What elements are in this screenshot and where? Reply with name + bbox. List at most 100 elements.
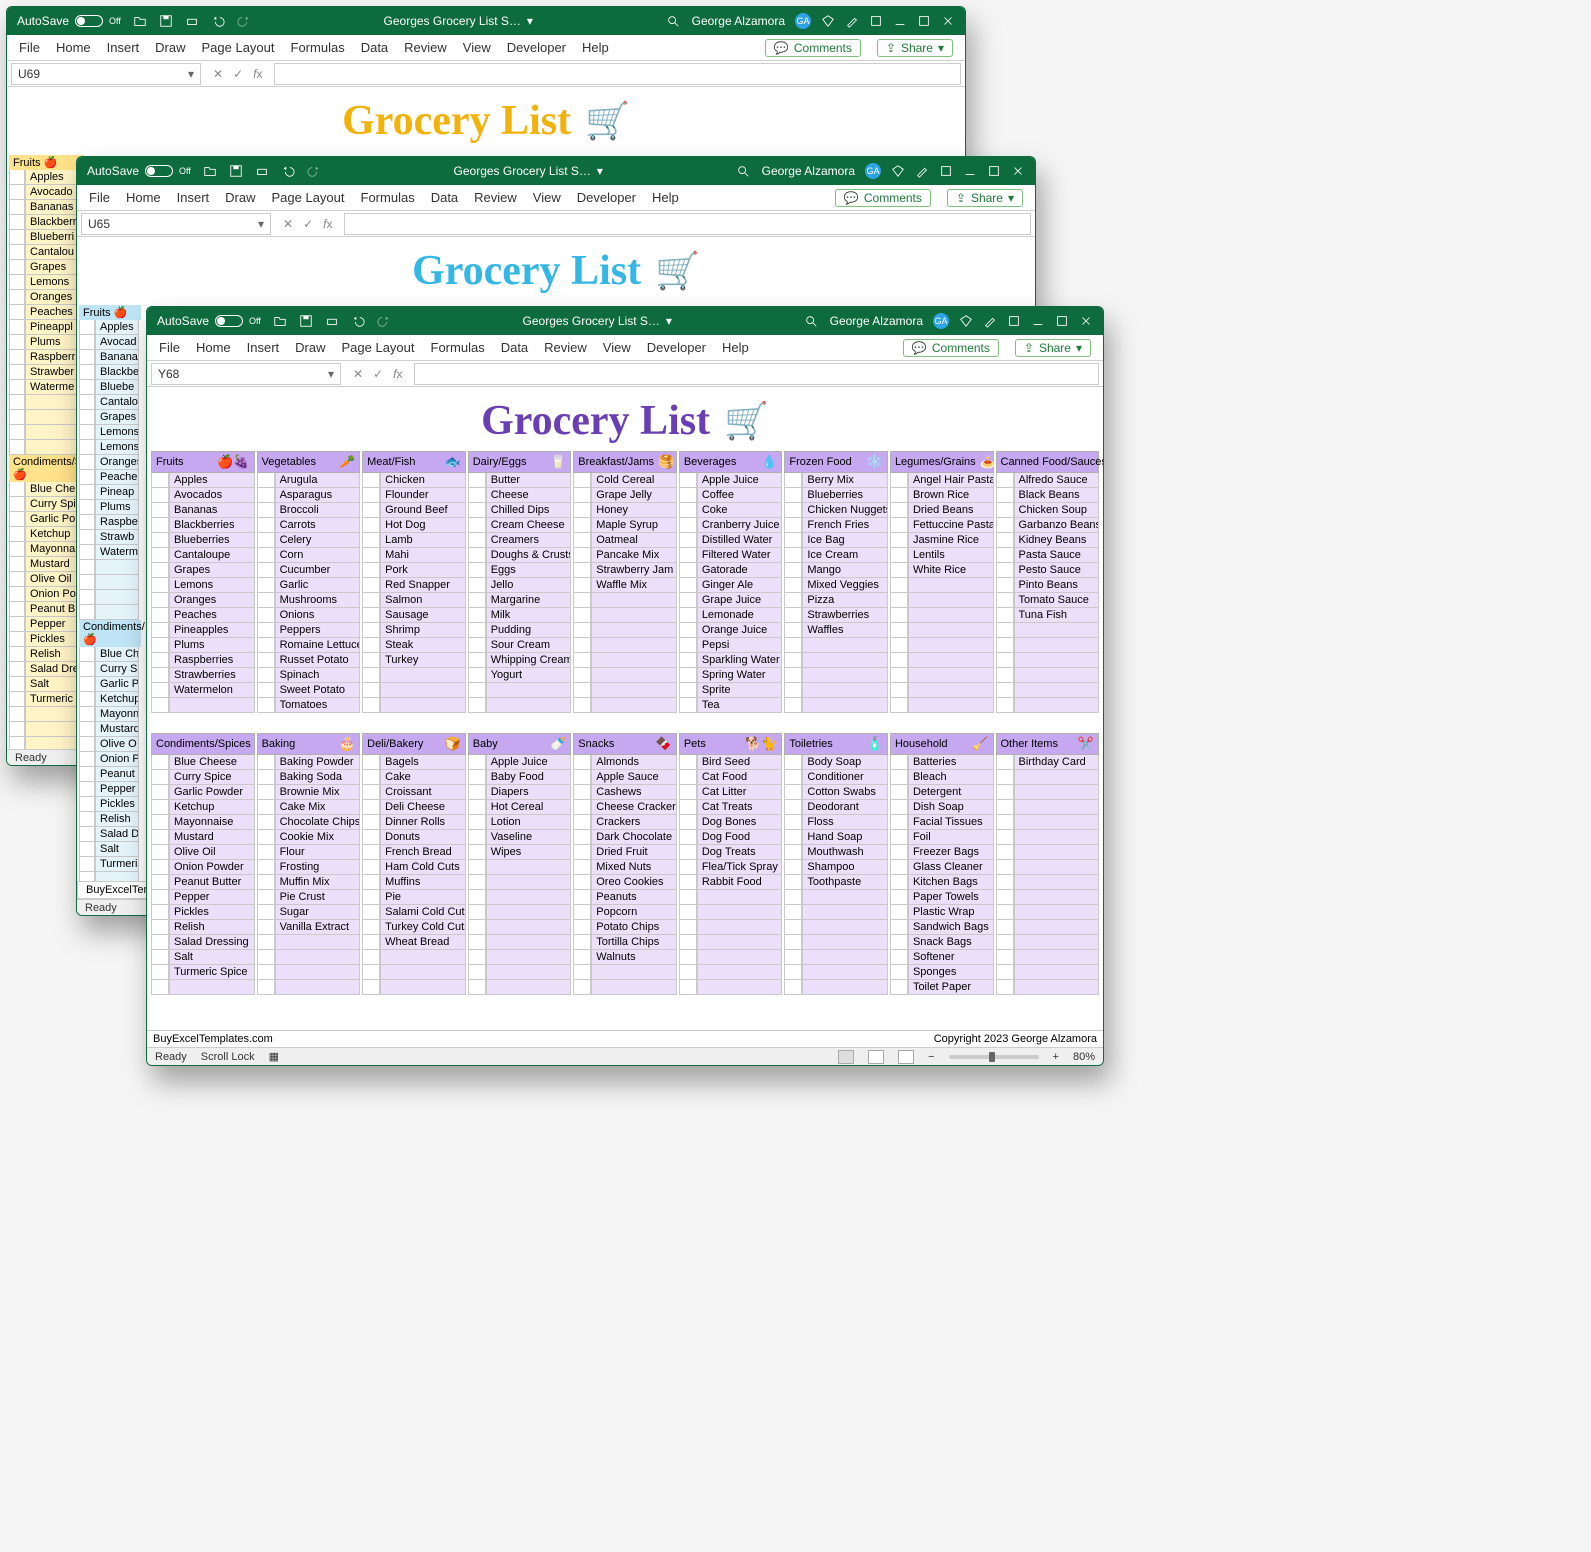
item-cell[interactable] — [697, 920, 783, 935]
item-checkbox[interactable] — [784, 503, 802, 518]
item-cell[interactable]: Lemons — [169, 578, 255, 593]
item-checkbox[interactable] — [79, 662, 95, 677]
item-cell[interactable]: Coffee — [697, 488, 783, 503]
item-checkbox[interactable] — [151, 608, 169, 623]
item-cell[interactable] — [1014, 935, 1100, 950]
item-cell[interactable]: Apples — [95, 320, 139, 335]
item-checkbox[interactable] — [996, 668, 1014, 683]
item-checkbox[interactable] — [151, 950, 169, 965]
item-cell[interactable]: Cat Treats — [697, 800, 783, 815]
zoom-out-icon[interactable]: − — [928, 1051, 934, 1063]
item-cell[interactable] — [802, 698, 888, 713]
fx-icon[interactable]: fx — [323, 217, 332, 231]
item-checkbox[interactable] — [151, 800, 169, 815]
item-cell[interactable]: Angel Hair Pasta — [908, 473, 994, 488]
item-cell[interactable]: Plums — [169, 638, 255, 653]
item-cell[interactable]: Broccoli — [275, 503, 361, 518]
tab-formulas[interactable]: Formulas — [291, 40, 345, 55]
item-cell[interactable]: Chilled Dips — [486, 503, 572, 518]
item-checkbox[interactable] — [679, 488, 697, 503]
item-checkbox[interactable] — [573, 890, 591, 905]
item-checkbox[interactable] — [468, 950, 486, 965]
item-checkbox[interactable] — [257, 698, 275, 713]
item-cell[interactable]: Pancake Mix — [591, 548, 677, 563]
maximize-icon[interactable] — [987, 164, 1001, 178]
tab-page-layout[interactable]: Page Layout — [202, 40, 275, 55]
item-cell[interactable]: Donuts — [380, 830, 466, 845]
item-checkbox[interactable] — [679, 518, 697, 533]
item-cell[interactable]: Waterme — [25, 380, 81, 395]
item-cell[interactable]: Salt — [25, 677, 81, 692]
item-checkbox[interactable] — [573, 683, 591, 698]
tab-page-layout[interactable]: Page Layout — [342, 340, 415, 355]
item-checkbox[interactable] — [573, 593, 591, 608]
item-checkbox[interactable] — [9, 677, 25, 692]
item-checkbox[interactable] — [679, 935, 697, 950]
item-checkbox[interactable] — [362, 950, 380, 965]
item-cell[interactable] — [908, 593, 994, 608]
item-checkbox[interactable] — [257, 845, 275, 860]
item-checkbox[interactable] — [996, 563, 1014, 578]
tab-help[interactable]: Help — [582, 40, 609, 55]
item-cell[interactable]: Blackbe — [95, 365, 139, 380]
item-checkbox[interactable] — [784, 578, 802, 593]
item-cell[interactable] — [697, 935, 783, 950]
item-checkbox[interactable] — [996, 683, 1014, 698]
item-cell[interactable]: Olive Oil — [25, 572, 81, 587]
item-checkbox[interactable] — [573, 578, 591, 593]
item-checkbox[interactable] — [468, 548, 486, 563]
tab-home[interactable]: Home — [196, 340, 231, 355]
item-cell[interactable] — [697, 890, 783, 905]
item-cell[interactable]: Apple Juice — [697, 473, 783, 488]
item-cell[interactable]: Ham Cold Cuts — [380, 860, 466, 875]
item-cell[interactable]: Waffles — [802, 623, 888, 638]
item-cell[interactable]: Hand Soap — [802, 830, 888, 845]
tab-help[interactable]: Help — [652, 190, 679, 205]
item-checkbox[interactable] — [257, 965, 275, 980]
item-checkbox[interactable] — [890, 608, 908, 623]
item-checkbox[interactable] — [468, 533, 486, 548]
item-checkbox[interactable] — [468, 698, 486, 713]
item-cell[interactable]: Lemonade — [697, 608, 783, 623]
item-checkbox[interactable] — [679, 965, 697, 980]
item-cell[interactable]: Garlic P — [95, 677, 139, 692]
item-cell[interactable]: Vanilla Extract — [275, 920, 361, 935]
item-cell[interactable]: Salad Dre — [25, 662, 81, 677]
item-cell[interactable]: Muffins — [380, 875, 466, 890]
item-checkbox[interactable] — [362, 638, 380, 653]
item-checkbox[interactable] — [890, 518, 908, 533]
item-checkbox[interactable] — [257, 608, 275, 623]
item-checkbox[interactable] — [679, 875, 697, 890]
item-cell[interactable]: Salad Dr — [95, 827, 139, 842]
item-cell[interactable]: Dried Beans — [908, 503, 994, 518]
item-cell[interactable] — [591, 668, 677, 683]
item-cell[interactable]: Pork — [380, 563, 466, 578]
item-cell[interactable]: Tomato Sauce — [1014, 593, 1100, 608]
item-cell[interactable]: Glass Cleaner — [908, 860, 994, 875]
item-cell[interactable]: Romaine Lettuce — [275, 638, 361, 653]
item-cell[interactable]: Salt — [95, 842, 139, 857]
item-checkbox[interactable] — [362, 503, 380, 518]
item-checkbox[interactable] — [362, 473, 380, 488]
item-checkbox[interactable] — [996, 533, 1014, 548]
item-checkbox[interactable] — [79, 440, 95, 455]
item-cell[interactable] — [1014, 890, 1100, 905]
item-cell[interactable]: Coke — [697, 503, 783, 518]
item-checkbox[interactable] — [996, 935, 1014, 950]
item-cell[interactable]: Flounder — [380, 488, 466, 503]
item-cell[interactable]: Distilled Water — [697, 533, 783, 548]
item-checkbox[interactable] — [79, 395, 95, 410]
item-checkbox[interactable] — [151, 488, 169, 503]
item-cell[interactable] — [486, 980, 572, 995]
item-checkbox[interactable] — [890, 815, 908, 830]
item-checkbox[interactable] — [257, 488, 275, 503]
item-cell[interactable]: Sweet Potato — [275, 683, 361, 698]
chevron-down-icon[interactable]: ▾ — [527, 14, 533, 28]
item-cell[interactable]: Pineap — [95, 485, 139, 500]
item-cell[interactable]: Turkey — [380, 653, 466, 668]
item-cell[interactable]: Pepper — [95, 782, 139, 797]
item-checkbox[interactable] — [257, 503, 275, 518]
item-cell[interactable]: Onion P — [95, 752, 139, 767]
item-cell[interactable]: Milk — [486, 608, 572, 623]
item-checkbox[interactable] — [468, 563, 486, 578]
